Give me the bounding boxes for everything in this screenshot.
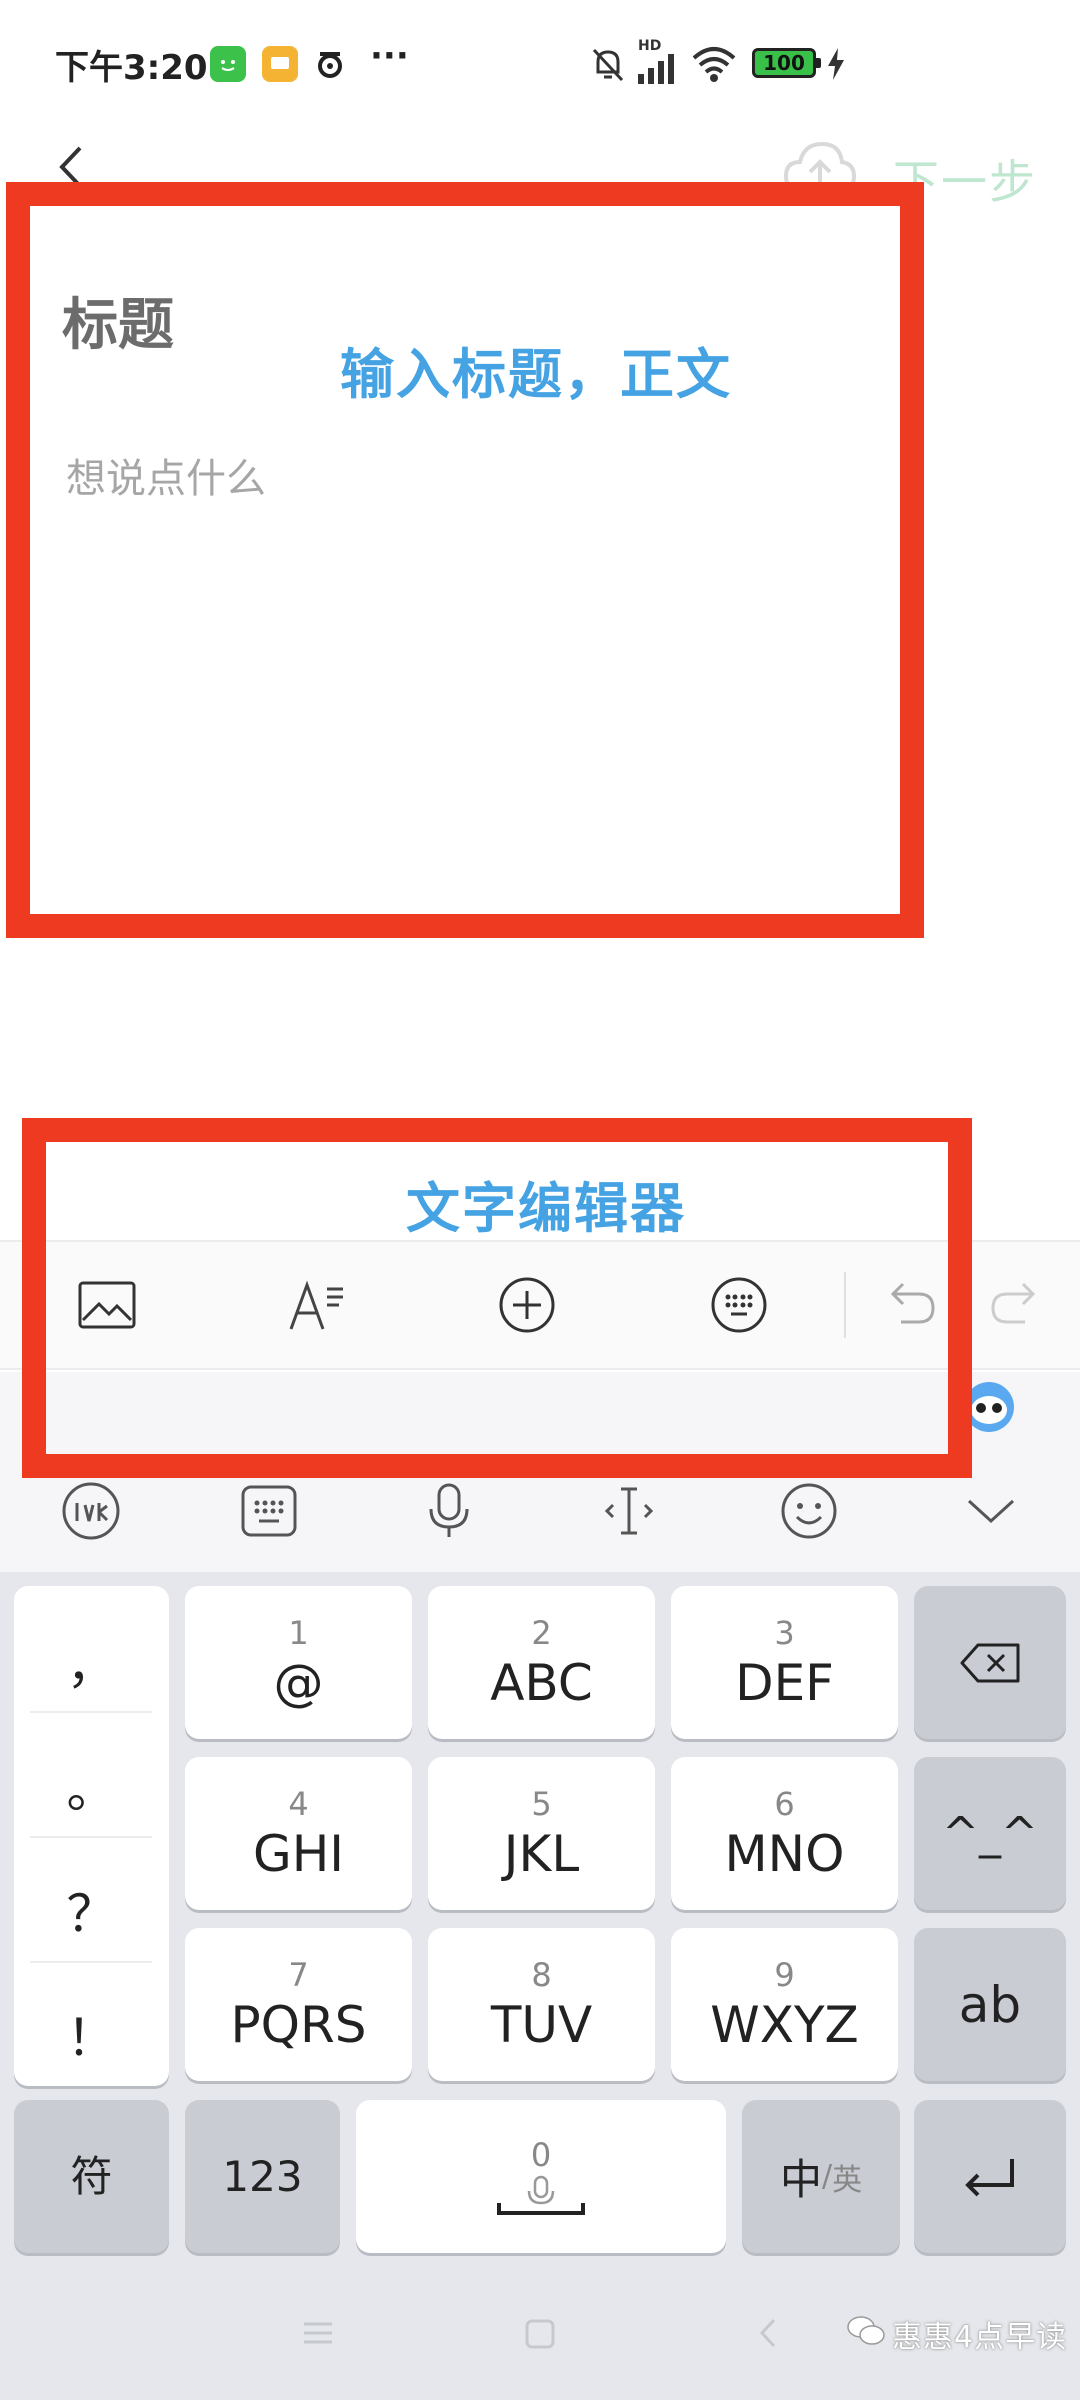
punct-separator [30, 1711, 152, 1713]
key-label: TUV [490, 1995, 593, 2054]
enter-key[interactable] [914, 2100, 1066, 2253]
record-icon [312, 46, 348, 82]
microphone-icon[interactable] [416, 1478, 482, 1544]
key-number: 8 [531, 1955, 552, 1994]
signal-icon [636, 52, 680, 84]
symbol-key[interactable]: 符 [14, 2100, 169, 2253]
redo-icon[interactable] [982, 1270, 1052, 1340]
cursor-move-icon[interactable] [596, 1478, 662, 1544]
key-label: ^_^ [942, 1807, 1038, 1859]
battery-indicator: 100 [752, 48, 821, 78]
punct-key-exclaim[interactable]: ！ [14, 1972, 169, 2096]
key-1[interactable]: 1 @ [185, 1586, 412, 1739]
space-key[interactable]: 0 [356, 2100, 726, 2253]
key-label: PQRS [230, 1995, 367, 2054]
back-nav-icon[interactable] [756, 2316, 780, 2350]
status-time: 下午3:20 [55, 48, 208, 88]
key-label: 123 [222, 2151, 303, 2201]
key-number: 7 [288, 1955, 309, 1994]
app-notification-icon [210, 46, 246, 82]
key-label: DEF [735, 1653, 834, 1712]
wifi-icon [690, 44, 738, 84]
annotation-editor-box [6, 182, 924, 938]
backspace-key[interactable] [914, 1586, 1066, 1739]
key-label: ABC [490, 1653, 593, 1712]
message-app-icon [262, 46, 298, 82]
key-label: WXYZ [710, 1995, 859, 2054]
punct-separator [30, 1961, 152, 1963]
key-9[interactable]: 9 WXYZ [671, 1928, 898, 2081]
collapse-keyboard-icon[interactable] [958, 1478, 1024, 1544]
numbers-key[interactable]: 123 [185, 2100, 340, 2253]
annotation-toolbar-label: 文字编辑器 [406, 1177, 686, 1240]
mute-bell-icon [588, 44, 628, 84]
punct-key-question[interactable]: ？ [14, 1848, 169, 1972]
lang-main-label: 中 [779, 2155, 822, 2204]
key-3[interactable]: 3 DEF [671, 1586, 898, 1739]
more-notifications-icon: ··· [370, 36, 409, 76]
punct-key-period[interactable]: 。 [14, 1724, 169, 1848]
key-number: 5 [531, 1784, 552, 1823]
key-label: MNO [724, 1824, 845, 1883]
key-number: 3 [774, 1613, 795, 1652]
ab-key[interactable]: ab [914, 1928, 1066, 2081]
key-number: 2 [531, 1613, 552, 1652]
key-8[interactable]: 8 TUV [428, 1928, 655, 2081]
language-switch-key[interactable]: 中 / 英 [742, 2100, 900, 2253]
key-label: @ [273, 1653, 324, 1712]
backspace-icon [960, 1643, 1020, 1682]
key-number: 4 [288, 1784, 309, 1823]
ime-logo-icon[interactable] [58, 1478, 124, 1544]
annotation-editor-label: 输入标题，正文 [340, 343, 732, 406]
key-label: GHI [252, 1824, 345, 1883]
key-label: ab [958, 1975, 1022, 2034]
space-mic-icon [497, 2175, 585, 2215]
watermark-text: 惠惠4点早读 [892, 2320, 1068, 2355]
menu-nav-icon[interactable] [300, 2318, 336, 2348]
key-5[interactable]: 5 JKL [428, 1757, 655, 1910]
key-label: JKL [503, 1824, 580, 1883]
key-7[interactable]: 7 PQRS [185, 1928, 412, 2081]
punct-separator [30, 1836, 152, 1838]
emoticon-key[interactable]: ^_^ [914, 1757, 1066, 1910]
key-number: 1 [288, 1613, 309, 1652]
key-label: 符 [70, 2151, 113, 2201]
enter-icon [965, 2158, 1014, 2196]
key-2[interactable]: 2 ABC [428, 1586, 655, 1739]
key-number: 0 [530, 2135, 552, 2174]
key-number: 6 [774, 1784, 795, 1823]
key-6[interactable]: 6 MNO [671, 1757, 898, 1910]
home-nav-icon[interactable] [524, 2318, 556, 2350]
emoji-icon[interactable] [776, 1478, 842, 1544]
keyboard-layout-icon[interactable] [236, 1478, 302, 1544]
key-4[interactable]: 4 GHI [185, 1757, 412, 1910]
wechat-logo-icon [846, 2314, 886, 2348]
key-number: 9 [774, 1955, 795, 1994]
punct-key-comma[interactable]: ， [14, 1600, 169, 1724]
lang-separator: / [821, 2159, 833, 2194]
lang-alt-label: 英 [832, 2162, 863, 2198]
charging-icon [826, 48, 846, 80]
